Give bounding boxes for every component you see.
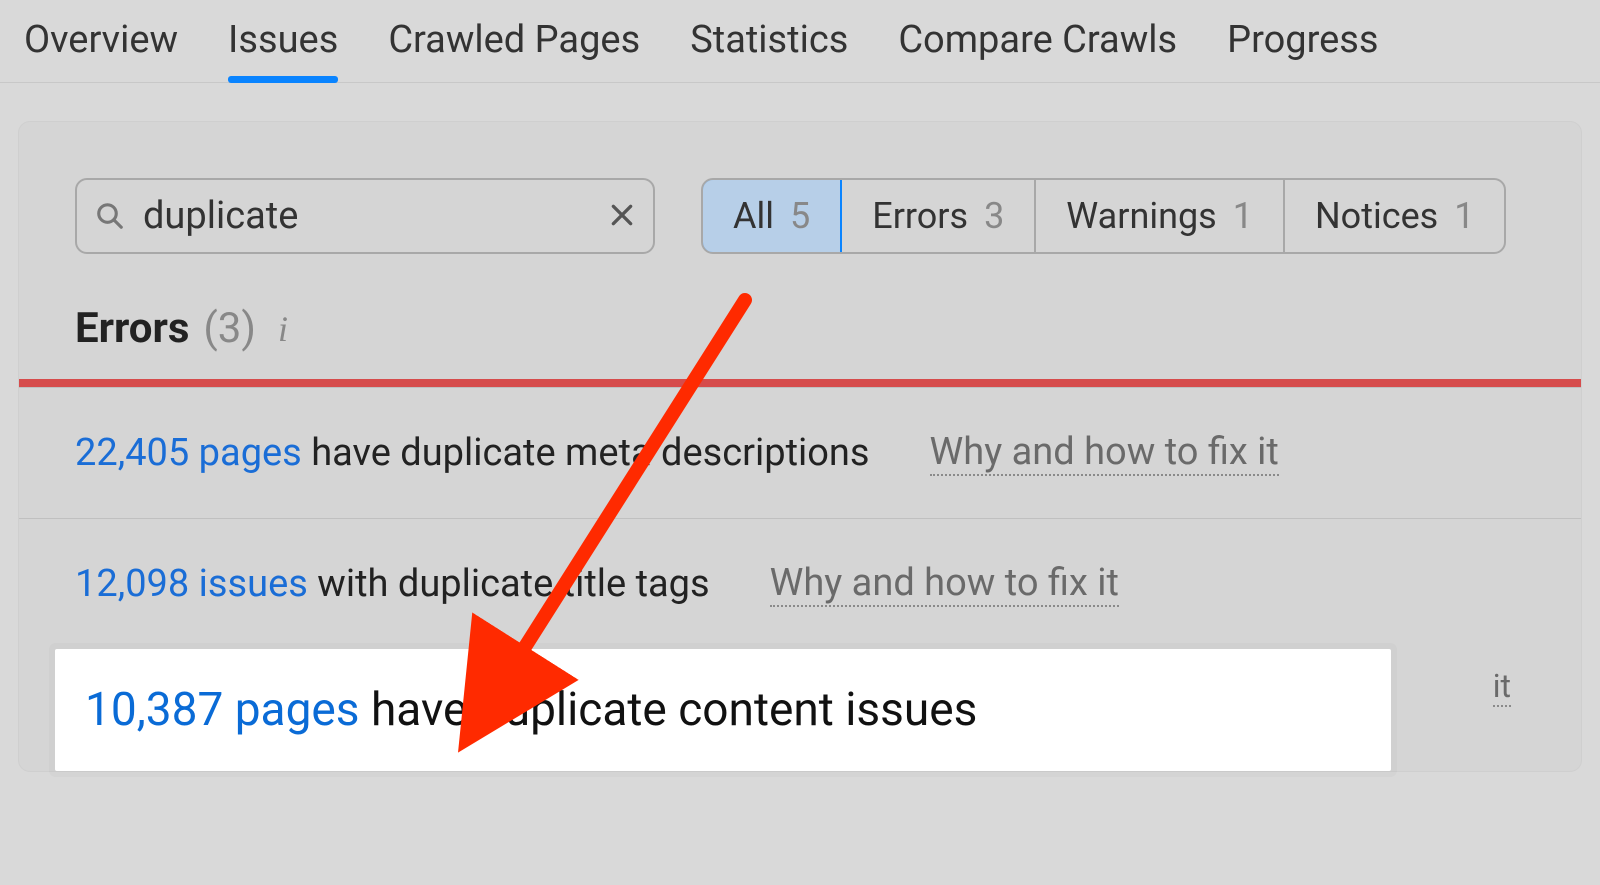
search-input[interactable]: duplicate (75, 178, 655, 254)
filter-chips: All 5 Errors 3 Warnings 1 Notices 1 (701, 178, 1506, 254)
filter-warnings[interactable]: Warnings 1 (1036, 180, 1285, 252)
tab-progress[interactable]: Progress (1227, 18, 1378, 82)
fix-it-link-partial: it (1493, 667, 1511, 707)
tab-issues[interactable]: Issues (228, 18, 338, 82)
filter-label: Notices (1315, 195, 1438, 237)
issue-count-link[interactable]: 12,098 issues (75, 562, 308, 606)
top-tabs: Overview Issues Crawled Pages Statistics… (0, 0, 1600, 83)
issue-description: have duplicate meta descriptions (302, 431, 870, 475)
issue-text: 12,098 issues with duplicate title tags (75, 562, 710, 606)
filter-errors[interactable]: Errors 3 (842, 180, 1036, 252)
issue-description: have duplicate content issues (360, 683, 978, 737)
section-divider (19, 379, 1581, 387)
section-count: (3) (203, 304, 256, 353)
issue-row-highlighted[interactable]: 10,387 pages have duplicate content issu… (55, 649, 1391, 771)
filter-label: All (733, 195, 774, 237)
issue-text: 22,405 pages have duplicate meta descrip… (75, 431, 870, 475)
fix-it-link[interactable]: Why and how to fix it (930, 430, 1279, 476)
filter-count: 1 (1233, 195, 1253, 237)
filter-label: Warnings (1066, 195, 1216, 237)
errors-section-header: Errors (3) i (19, 296, 1581, 379)
issue-row[interactable]: 12,098 issues with duplicate title tags … (19, 518, 1581, 649)
filter-count: 3 (984, 195, 1004, 237)
clear-search-button[interactable] (609, 194, 635, 238)
filter-all[interactable]: All 5 (701, 178, 842, 254)
tab-compare-crawls[interactable]: Compare Crawls (898, 18, 1177, 82)
panel-top-row: duplicate All 5 Errors 3 Warnings 1 (19, 178, 1581, 296)
info-icon[interactable]: i (278, 308, 288, 350)
search-icon (95, 201, 125, 231)
filter-count: 5 (790, 195, 810, 237)
issues-panel: duplicate All 5 Errors 3 Warnings 1 (18, 121, 1582, 772)
tab-overview[interactable]: Overview (24, 18, 178, 82)
issue-count-link[interactable]: 10,387 pages (85, 683, 360, 737)
section-title: Errors (75, 304, 189, 353)
issue-description: with duplicate title tags (308, 562, 710, 606)
search-value: duplicate (143, 194, 591, 238)
fix-it-link[interactable]: Why and how to fix it (770, 561, 1119, 607)
issue-count-link[interactable]: 22,405 pages (75, 431, 302, 475)
close-icon (609, 202, 635, 228)
filter-count: 1 (1454, 195, 1474, 237)
issue-text: 10,387 pages have duplicate content issu… (85, 683, 977, 737)
tab-crawled-pages[interactable]: Crawled Pages (388, 18, 640, 82)
filter-label: Errors (872, 195, 968, 237)
issue-row[interactable]: 22,405 pages have duplicate meta descrip… (19, 387, 1581, 518)
tab-statistics[interactable]: Statistics (690, 18, 848, 82)
filter-notices[interactable]: Notices 1 (1285, 180, 1505, 252)
